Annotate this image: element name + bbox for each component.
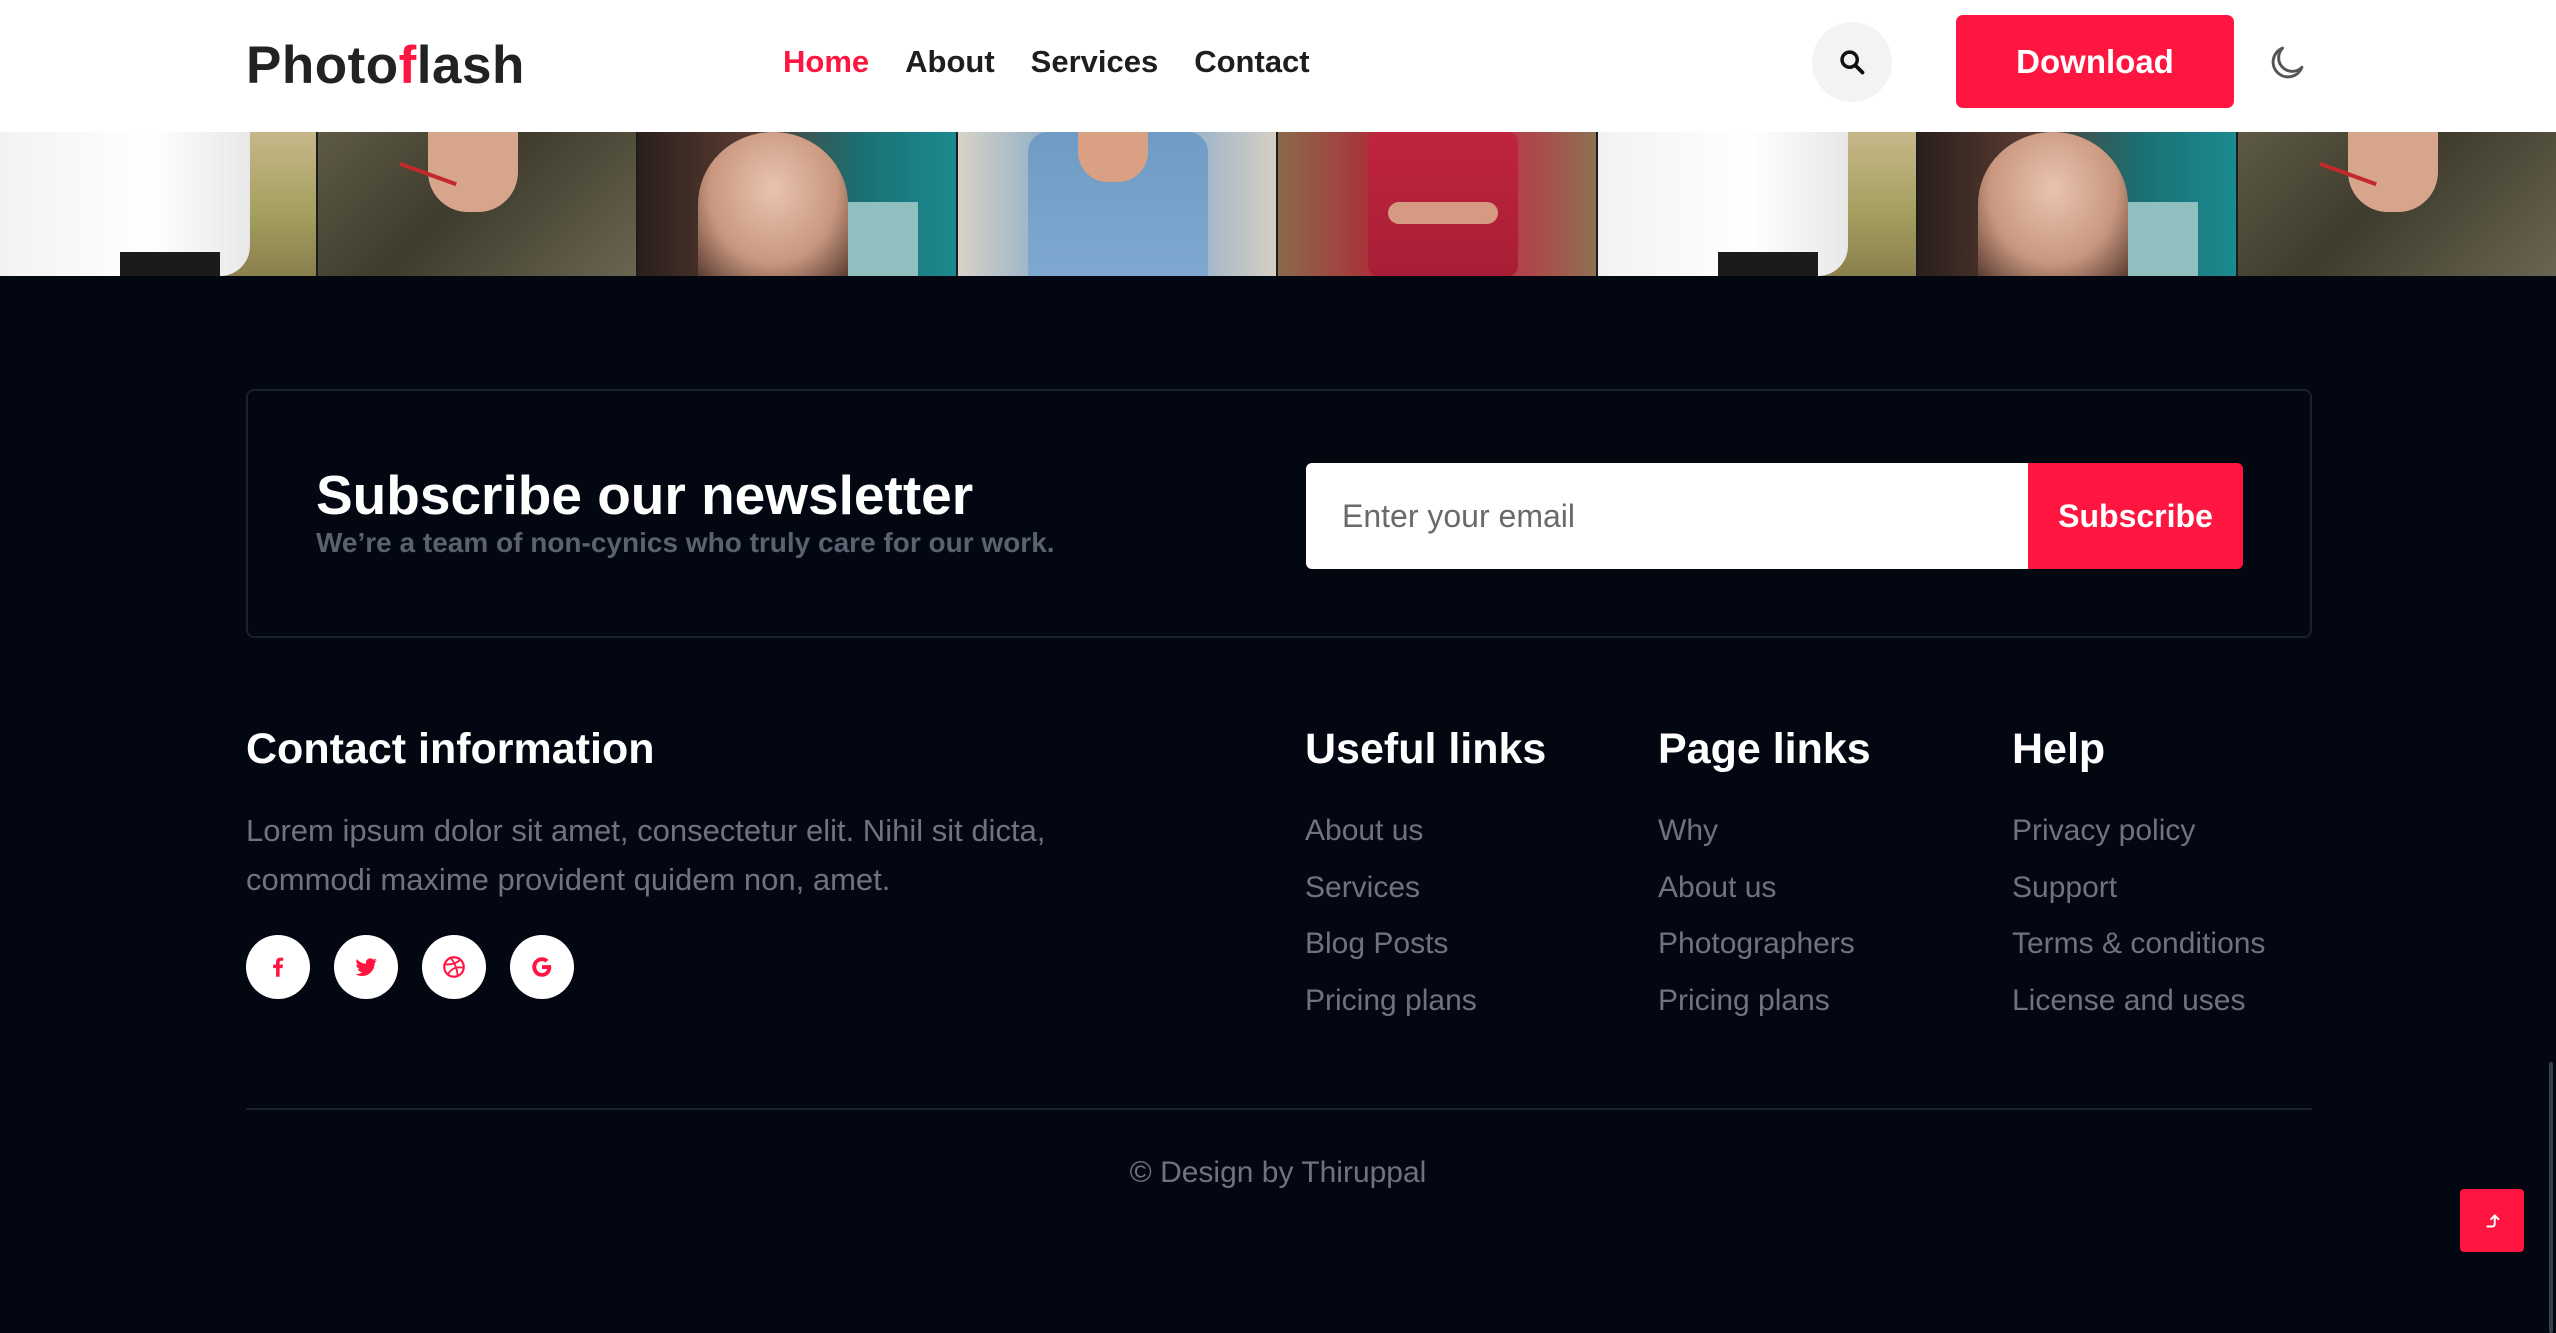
nav-link-contact[interactable]: Contact [1194,36,1309,88]
list-item: Photographers [1658,922,1855,979]
gallery-photo[interactable] [318,132,638,276]
brand-text-part1: Photo [246,36,399,95]
gallery-photo[interactable] [0,132,318,276]
twitter-icon [355,958,377,976]
newsletter-form: Subscribe [1306,463,2243,569]
gallery-photo[interactable] [1598,132,1918,276]
list-item: About us [1658,866,1855,923]
useful-links-list: About us Services Blog Posts Pricing pla… [1305,809,1477,1035]
dribbble-icon [443,956,465,978]
arrow-up-icon [2486,1213,2500,1228]
download-button[interactable]: Download [1956,15,2234,108]
newsletter-box: Subscribe our newsletter We’re a team of… [246,389,2312,638]
useful-links-heading: Useful links [1305,725,1547,773]
search-button[interactable] [1812,22,1892,102]
social-links [246,935,574,999]
page-links-heading: Page links [1658,725,1871,773]
theme-toggle-button[interactable] [2264,40,2310,86]
moon-icon [2271,46,2304,79]
gallery-photo[interactable] [1278,132,1598,276]
gallery-photo[interactable] [958,132,1278,276]
google-icon [532,957,552,977]
nav-link-services[interactable]: Services [1031,36,1159,88]
contact-heading: Contact information [246,725,655,773]
twitter-link[interactable] [334,935,398,999]
footer-link-photographers[interactable]: Photographers [1658,927,1855,960]
list-item: Pricing plans [1305,979,1477,1036]
nav-link-home[interactable]: Home [783,36,869,88]
nav-link-about[interactable]: About [905,36,995,88]
newsletter-subtitle: We’re a team of non-cynics who truly car… [316,527,1055,558]
footer-link-license[interactable]: License and uses [2012,984,2246,1017]
copyright-text: © Design by Thiruppal [1129,1156,1427,1189]
list-item: About us [1305,809,1477,866]
dribbble-link[interactable] [422,935,486,999]
gallery-photo[interactable] [2238,132,2556,276]
list-item: Blog Posts [1305,922,1477,979]
footer-link-privacy-policy[interactable]: Privacy policy [2012,814,2195,847]
email-input[interactable] [1306,463,2028,569]
brand-logo[interactable]: Photoflash [246,30,525,102]
footer-link-why[interactable]: Why [1658,814,1718,847]
footer-link-blog-posts[interactable]: Blog Posts [1305,927,1448,960]
help-heading: Help [2012,725,2106,773]
gallery-photo[interactable] [638,132,958,276]
newsletter-title: Subscribe our newsletter [316,464,974,526]
facebook-icon [273,957,284,977]
list-item: Services [1305,866,1477,923]
facebook-link[interactable] [246,935,310,999]
scrollbar-thumb[interactable] [2549,1062,2553,1333]
list-item: Why [1658,809,1855,866]
footer-link-about-us[interactable]: About us [1305,814,1423,847]
footer-link-support[interactable]: Support [2012,871,2117,904]
page: Photoflash Home About Services Contact D… [0,0,2556,1333]
search-icon [1840,50,1865,75]
footer-link-services[interactable]: Services [1305,871,1420,904]
footer-link-pricing-plans[interactable]: Pricing plans [1305,984,1477,1017]
help-links-list: Privacy policy Support Terms & condition… [2012,809,2265,1035]
main-nav: Home About Services Contact [783,36,1310,88]
brand-text-accent: f [398,36,417,95]
subscribe-button[interactable]: Subscribe [2028,463,2243,569]
contact-text: Lorem ipsum dolor sit amet, consectetur … [246,813,1046,897]
list-item: Support [2012,866,2265,923]
footer-link-pricing-plans[interactable]: Pricing plans [1658,984,1830,1017]
footer-link-terms[interactable]: Terms & conditions [2012,927,2265,960]
list-item: License and uses [2012,979,2265,1036]
list-item: Pricing plans [1658,979,1855,1036]
footer-link-about-us[interactable]: About us [1658,871,1776,904]
footer-divider [246,1108,2312,1110]
gallery-photo[interactable] [1918,132,2238,276]
list-item: Terms & conditions [2012,922,2265,979]
navbar: Photoflash Home About Services Contact D… [0,0,2556,132]
google-link[interactable] [510,935,574,999]
photo-gallery-strip [0,132,2556,276]
brand-text-part3: lash [416,36,525,95]
back-to-top-button[interactable] [2460,1189,2524,1252]
list-item: Privacy policy [2012,809,2265,866]
page-links-list: Why About us Photographers Pricing plans [1658,809,1855,1035]
